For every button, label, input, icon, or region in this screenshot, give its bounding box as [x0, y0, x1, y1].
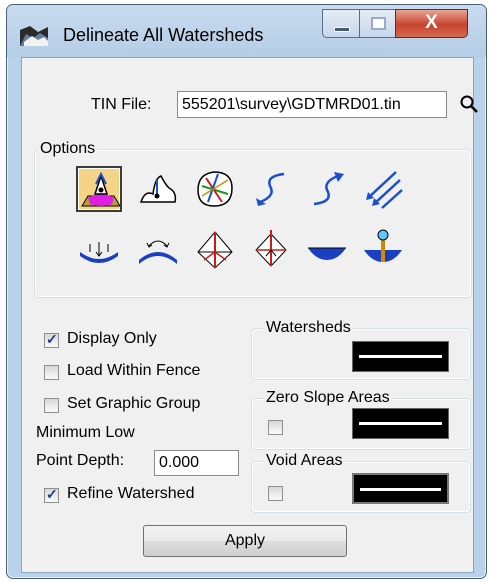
line-style-icon: [359, 422, 442, 425]
void-areas-symbology-swatch[interactable]: [352, 473, 449, 504]
minimize-button[interactable]: [322, 9, 360, 38]
magnifier-icon[interactable]: [459, 94, 479, 114]
flow-arrows-icon[interactable]: [360, 166, 406, 212]
maximize-icon: [371, 17, 386, 30]
flow-path-icon[interactable]: [248, 166, 294, 212]
zero-slope-symbology-swatch[interactable]: [352, 408, 449, 439]
load-within-fence-checkbox[interactable]: [44, 365, 59, 380]
dialog-client-area: TIN File: Options: [21, 57, 478, 573]
apply-button[interactable]: Apply: [143, 525, 347, 557]
pond-depth-icon[interactable]: [360, 226, 406, 272]
tin-file-label: TIN File:: [91, 96, 152, 113]
tin-file-input[interactable]: [177, 91, 447, 118]
title-bar[interactable]: Delineate All Watersheds X: [7, 5, 486, 57]
refine-watershed-checkbox[interactable]: [44, 486, 59, 503]
delineate-watershed-icon[interactable]: [76, 166, 122, 212]
zero-slope-group-title: Zero Slope Areas: [264, 389, 392, 407]
close-button[interactable]: X: [395, 9, 468, 38]
options-group-title: Options: [38, 140, 98, 158]
maximize-button[interactable]: [359, 9, 396, 38]
watersheds-symbology-swatch[interactable]: [352, 341, 449, 372]
dialog-window: Delineate All Watersheds X TIN File: Opt…: [6, 4, 487, 579]
void-areas-group-title: Void Areas: [264, 452, 345, 470]
reverse-flow-path-icon[interactable]: [304, 166, 350, 212]
set-graphic-group-label: Set Graphic Group: [67, 395, 201, 412]
line-style-icon: [359, 355, 442, 358]
ridge-lines-icon[interactable]: [192, 226, 238, 272]
point-depth-label: Point Depth:: [36, 452, 125, 469]
watersheds-group-title: Watersheds: [264, 319, 353, 337]
zero-slope-checkbox[interactable]: [268, 420, 283, 435]
window-title: Delineate All Watersheds: [63, 25, 264, 45]
display-only-checkbox[interactable]: [44, 331, 59, 348]
minimum-low-label: Minimum Low: [36, 424, 135, 441]
set-graphic-group-checkbox[interactable]: [44, 398, 59, 413]
close-icon: X: [425, 12, 438, 33]
void-areas-checkbox[interactable]: [268, 486, 283, 501]
colored-watersheds-icon[interactable]: [192, 166, 238, 212]
point-depth-input[interactable]: [154, 450, 239, 476]
pond-icon[interactable]: [304, 226, 350, 272]
low-point-icon[interactable]: [76, 226, 122, 272]
load-within-fence-label: Load Within Fence: [67, 362, 201, 379]
sump-lines-icon[interactable]: [248, 226, 294, 272]
app-icon: [20, 26, 48, 46]
high-point-icon[interactable]: [135, 226, 181, 272]
single-watershed-icon[interactable]: [135, 166, 181, 212]
minimize-icon: [334, 27, 350, 32]
line-style-icon: [360, 488, 441, 491]
display-only-label: Display Only: [67, 330, 157, 347]
refine-watershed-label: Refine Watershed: [67, 485, 195, 502]
